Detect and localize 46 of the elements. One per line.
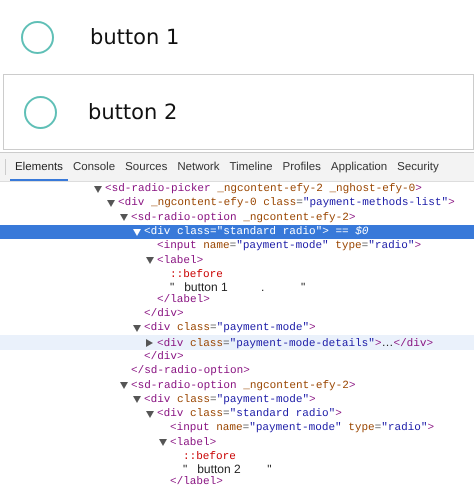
radio-circle[interactable] xyxy=(24,96,57,128)
devtools-tab[interactable]: Timeline xyxy=(224,153,278,181)
expanded-triangle-icon[interactable] xyxy=(146,410,154,418)
dom-node-line: ::before xyxy=(170,268,223,281)
dom-node-line: <input name="payment-mode" type="radio"> xyxy=(157,240,422,252)
dom-node-line: " button 1 . " xyxy=(170,280,306,294)
dom-node-line: <sd-radio-option _ngcontent-efy-2> xyxy=(131,380,356,392)
dom-node-line: </label> xyxy=(170,476,223,488)
radio-option[interactable]: button 2 xyxy=(3,74,474,150)
collapsed-triangle-icon[interactable] xyxy=(146,338,153,347)
dom-node-line: <sd-radio-picker _ngcontent-efy-2 _nghost-efy-0> xyxy=(105,183,422,196)
expanded-triangle-icon[interactable] xyxy=(120,382,128,389)
dom-node-line: <div class="payment-mode"> xyxy=(144,322,316,334)
devtools-tab[interactable]: Network xyxy=(172,153,225,181)
dom-node-line: <div _ngcontent-efy-0 class="payment-methods-list"> xyxy=(118,197,455,210)
expanded-triangle-icon[interactable] xyxy=(94,186,102,193)
devtools-tab[interactable]: Application xyxy=(326,153,392,181)
dom-node-row[interactable]: <div class="standard radio"> == $0 xyxy=(0,224,474,240)
radio-option[interactable]: button 1 xyxy=(0,8,474,66)
dom-node-line: <div class="payment-mode"> xyxy=(144,394,316,406)
dom-node-line: <sd-radio-option _ngcontent-efy-2> xyxy=(131,212,356,224)
dom-node-line: </div> xyxy=(144,308,184,320)
devtools-tab[interactable]: Console xyxy=(68,153,120,181)
expanded-triangle-icon[interactable] xyxy=(146,257,154,264)
dom-node-line: ::before xyxy=(183,450,236,463)
dom-node-line: <div class="standard radio"> xyxy=(157,408,342,420)
dom-node-line: <label> xyxy=(157,254,204,267)
dom-node-line: </label> xyxy=(157,294,210,306)
dom-node-line: </div> xyxy=(144,350,184,363)
devtools-tab[interactable]: Security xyxy=(392,153,444,181)
dom-node-line: </sd-radio-option> xyxy=(131,365,250,378)
expanded-triangle-icon[interactable] xyxy=(159,439,167,446)
dom-node-line: <label> xyxy=(170,436,216,449)
dom-node-line: <div class="payment-mode-details">…</div> xyxy=(157,335,434,350)
devtools-tab[interactable]: Profiles xyxy=(278,153,326,181)
dom-node-line: <input name="payment-mode" type="radio"> xyxy=(170,422,434,434)
devtools-tab[interactable]: Sources xyxy=(120,153,172,181)
expanded-triangle-icon[interactable] xyxy=(133,396,141,404)
dom-node-line: <div class="standard radio"> == $0 xyxy=(144,226,368,238)
radio-circle[interactable] xyxy=(21,20,54,54)
expanded-triangle-icon[interactable] xyxy=(107,200,115,207)
devtools-tab[interactable]: Elements xyxy=(10,153,68,181)
option-label: button 2 xyxy=(88,100,178,124)
dom-node-line: " button 2 " xyxy=(183,462,272,476)
option-label: button 1 xyxy=(90,25,180,49)
dom-node-row[interactable]: <div class="payment-mode-details">…</div> xyxy=(0,335,474,350)
